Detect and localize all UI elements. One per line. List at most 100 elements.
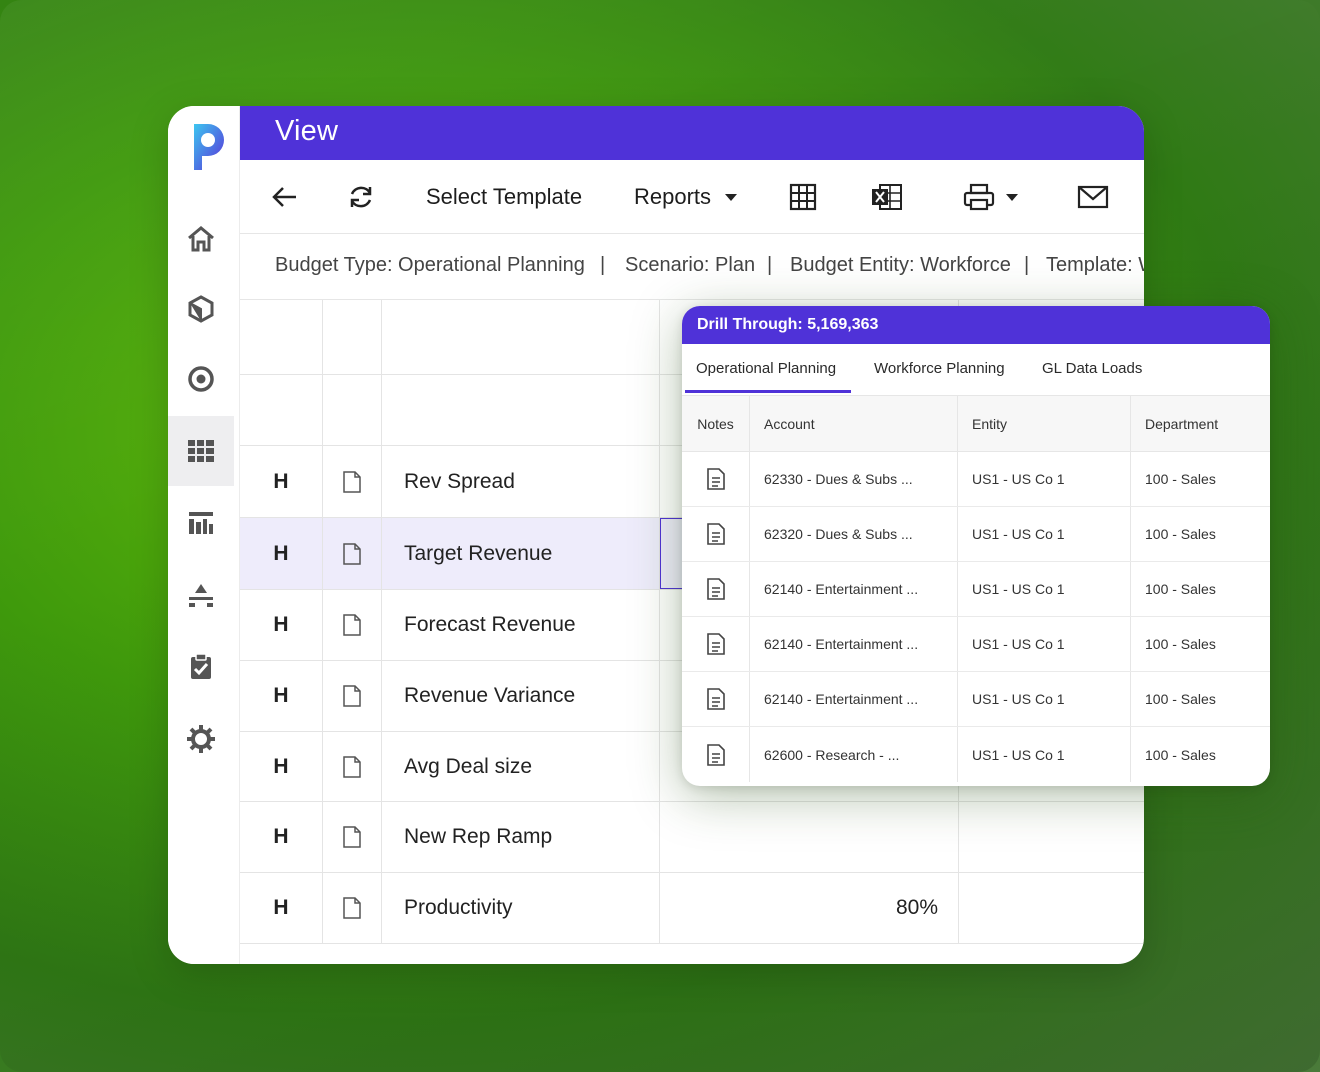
row-note-button[interactable]: [323, 661, 382, 731]
row-label: Revenue Variance: [382, 661, 660, 731]
grid-view-button[interactable]: [788, 180, 818, 214]
excel-icon: [872, 184, 902, 210]
back-button[interactable]: [270, 180, 300, 214]
tab-gl-data-loads[interactable]: GL Data Loads: [1042, 360, 1142, 377]
row-type: H: [240, 873, 323, 943]
document-icon: [343, 755, 361, 778]
table-row[interactable]: H New Rep Ramp: [240, 802, 1144, 873]
budget-type: Budget Type: Operational Planning: [275, 254, 585, 276]
row-note-button[interactable]: [323, 732, 382, 801]
separator: |: [767, 254, 773, 276]
account-cell: 62330 - Dues & Subs ...: [750, 452, 958, 506]
separator: |: [600, 254, 606, 276]
table-row[interactable]: H Productivity 80%: [240, 873, 1144, 944]
chevron-down-icon: [1006, 193, 1018, 201]
nav-tasks[interactable]: [168, 632, 234, 702]
note-document-icon: [706, 743, 725, 766]
note-document-icon: [706, 688, 725, 710]
printer-icon: [963, 183, 995, 211]
table-row[interactable]: 62600 - Research - ... US1 - US Co 1 100…: [682, 727, 1270, 782]
department-cell: 100 - Sales: [1145, 636, 1216, 652]
account-cell: 62320 - Dues & Subs ...: [750, 507, 958, 561]
document-icon: [343, 542, 361, 565]
page-title: View: [275, 115, 339, 147]
column-header-entity[interactable]: Entity: [958, 396, 1131, 451]
row-value[interactable]: 80%: [660, 873, 959, 943]
row-note-button[interactable]: [323, 590, 382, 660]
row-note-button[interactable]: [323, 873, 382, 943]
table-row[interactable]: 62140 - Entertainment ... US1 - US Co 1 …: [682, 617, 1270, 672]
entity-cell: US1 - US Co 1: [958, 452, 1131, 506]
document-icon: [343, 826, 361, 848]
nav-home[interactable]: [168, 204, 234, 274]
note-document-icon: [706, 578, 725, 600]
row-label: New Rep Ramp: [382, 802, 660, 872]
chevron-down-icon: [725, 193, 738, 201]
template: Template: W: [1046, 254, 1144, 276]
report-icon: [189, 512, 213, 534]
entity-cell: US1 - US Co 1: [958, 617, 1131, 671]
tab-workforce-planning[interactable]: Workforce Planning: [874, 360, 1005, 377]
reports-label: Reports: [634, 184, 712, 209]
refresh-button[interactable]: [346, 180, 376, 214]
nav-targets[interactable]: [168, 344, 234, 414]
account-cell: 62140 - Entertainment ...: [750, 562, 958, 616]
nav-settings[interactable]: [168, 704, 234, 774]
row-type: H: [240, 732, 323, 801]
nav-reports[interactable]: [168, 488, 234, 558]
table-row[interactable]: 62140 - Entertainment ... US1 - US Co 1 …: [682, 562, 1270, 617]
note-document-icon: [706, 468, 725, 490]
hierarchy-icon: [189, 584, 213, 607]
row-label: Avg Deal size: [382, 732, 660, 801]
grid-icon: [188, 440, 214, 462]
nav-grid[interactable]: [168, 416, 234, 486]
column-header-account[interactable]: Account: [750, 396, 958, 451]
entity-cell: US1 - US Co 1: [958, 507, 1131, 561]
reports-dropdown[interactable]: Reports: [634, 180, 738, 214]
document-icon: [343, 470, 361, 493]
note-button[interactable]: [682, 672, 750, 726]
sidebar: [168, 106, 240, 964]
email-button[interactable]: [1076, 180, 1110, 214]
row-type: H: [240, 661, 323, 731]
nav-models[interactable]: [168, 274, 234, 344]
select-template-button[interactable]: Select Template: [426, 180, 582, 214]
table-icon: [789, 183, 817, 211]
department-cell: 100 - Sales: [1145, 526, 1216, 542]
note-button[interactable]: [682, 452, 750, 506]
department-cell: 100 - Sales: [1145, 581, 1216, 597]
drill-table-header: Notes Account Entity Department: [682, 396, 1270, 452]
row-label: Rev Spread: [382, 446, 660, 517]
account-cell: 62600 - Research - ...: [750, 727, 958, 782]
row-type: H: [240, 590, 323, 660]
row-type: H: [240, 518, 323, 589]
app-logo-icon: [194, 124, 224, 170]
note-button[interactable]: [682, 727, 750, 782]
export-excel-button[interactable]: [870, 180, 904, 214]
drill-tabs: Operational Planning Workforce Planning …: [682, 344, 1270, 396]
note-document-icon: [706, 523, 725, 545]
note-button[interactable]: [682, 562, 750, 616]
note-button[interactable]: [682, 617, 750, 671]
document-icon: [343, 614, 361, 636]
department-cell: 100 - Sales: [1145, 746, 1216, 763]
column-header-notes[interactable]: Notes: [682, 396, 750, 451]
row-value[interactable]: [660, 802, 959, 872]
tab-operational-planning[interactable]: Operational Planning: [696, 360, 836, 377]
table-row[interactable]: 62140 - Entertainment ... US1 - US Co 1 …: [682, 672, 1270, 727]
column-header-department[interactable]: Department: [1131, 396, 1270, 451]
row-note-button[interactable]: [323, 446, 382, 517]
row-note-button[interactable]: [323, 518, 382, 589]
account-cell: 62140 - Entertainment ...: [750, 672, 958, 726]
cube-icon: [188, 295, 214, 323]
nav-hierarchy[interactable]: [168, 560, 234, 630]
table-row[interactable]: 62330 - Dues & Subs ... US1 - US Co 1 10…: [682, 452, 1270, 507]
table-row[interactable]: 62320 - Dues & Subs ... US1 - US Co 1 10…: [682, 507, 1270, 562]
note-button[interactable]: [682, 507, 750, 561]
toolbar: Select Template Reports: [240, 160, 1144, 234]
row-note-button[interactable]: [323, 802, 382, 872]
print-dropdown[interactable]: [962, 180, 1018, 214]
row-type: H: [240, 802, 323, 872]
active-tab-indicator: [685, 390, 851, 393]
target-icon: [188, 366, 214, 392]
